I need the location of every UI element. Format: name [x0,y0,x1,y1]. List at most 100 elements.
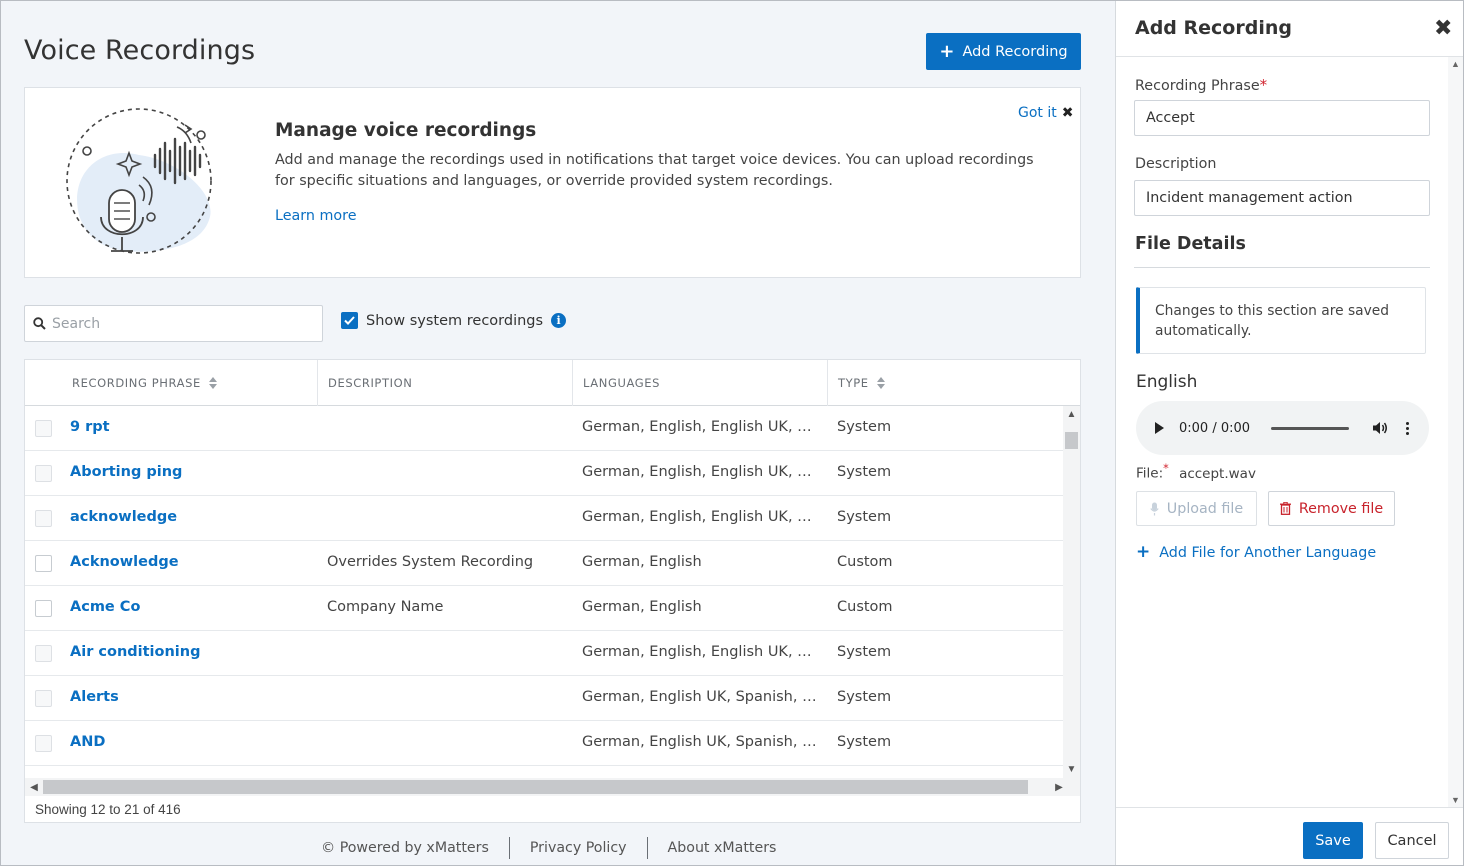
scroll-up-icon[interactable]: ▲ [1063,406,1080,423]
table-row[interactable]: Acme Co Company Name German, English Cus… [25,586,1063,631]
table-horizontal-scrollbar[interactable]: ◀ ▶ [25,778,1080,796]
upload-file-label: Upload file [1166,500,1244,517]
column-label: RECORDING PHRASE [72,376,201,390]
table-row[interactable]: acknowledge German, English, English UK,… [25,496,1063,541]
recording-phrase-link[interactable]: acknowledge [70,509,177,525]
type-cell: System [837,689,892,705]
recording-phrase-label: Recording Phrase* [1135,76,1267,94]
type-cell: System [837,419,892,435]
row-checkbox[interactable] [35,420,52,437]
row-checkbox[interactable] [35,645,52,662]
panel-scrollbar[interactable]: ▲ ▼ [1448,57,1463,807]
scroll-thumb[interactable] [43,780,1028,794]
cancel-button[interactable]: Cancel [1375,822,1449,859]
add-recording-panel: Add Recording ✖ ▲ ▼ Recording Phrase* Ac… [1115,1,1463,865]
type-cell: System [837,509,892,525]
description-input[interactable]: Incident management action [1134,180,1430,216]
required-asterisk: * [1259,76,1268,94]
add-recording-label: Add Recording [962,43,1068,60]
row-checkbox[interactable] [35,555,52,572]
recording-phrase-link[interactable]: Aborting ping [70,464,182,480]
checkbox-checked-icon[interactable] [341,312,358,329]
type-cell: System [837,734,892,750]
main-area: Voice Recordings + Add Recording Manage … [1,1,1115,865]
add-recording-button[interactable]: + Add Recording [926,33,1081,70]
audio-player: 0:00 / 0:00 [1136,401,1429,455]
save-button[interactable]: Save [1303,822,1363,859]
page-title: Voice Recordings [24,35,256,66]
table-row[interactable]: AND German, English UK, Spanish, F... Sy… [25,721,1063,766]
languages-cell: German, English, English UK, S... [582,509,817,525]
play-icon[interactable] [1155,422,1164,434]
add-file-another-language-link[interactable]: + Add File for Another Language [1136,544,1376,561]
table-row[interactable]: 9 rpt German, English, English UK, S... … [25,406,1063,451]
search-icon [33,317,46,330]
row-checkbox[interactable] [35,600,52,617]
got-it-button[interactable]: Got it ✖ [1018,105,1073,121]
banner-title: Manage voice recordings [275,120,537,141]
remove-file-label: Remove file [1298,500,1384,517]
recording-phrase-link[interactable]: Alerts [70,689,119,705]
table-row[interactable]: Air conditioning German, English, Englis… [25,631,1063,676]
got-it-label: Got it [1018,105,1057,121]
type-cell: Custom [837,599,893,615]
sort-icon [208,377,217,389]
banner-description: Add and manage the recordings used in no… [275,152,1034,189]
row-checkbox[interactable] [35,735,52,752]
type-cell: Custom [837,554,893,570]
column-header-type[interactable]: TYPE [827,360,1080,406]
file-details-heading: File Details [1135,234,1246,254]
plus-icon: + [939,40,955,62]
upload-file-button[interactable]: Upload file [1136,491,1257,526]
table-row[interactable]: Alerts German, English UK, Spanish, F...… [25,676,1063,721]
languages-cell: German, English [582,599,702,615]
table-row[interactable]: Acknowledge Overrides System Recording G… [25,541,1063,586]
remove-file-button[interactable]: Remove file [1268,491,1395,526]
scroll-left-icon[interactable]: ◀ [25,778,43,796]
privacy-policy-link[interactable]: Privacy Policy [510,840,647,856]
table-row[interactable] [25,766,1063,778]
type-cell: System [837,644,892,660]
row-checkbox[interactable] [35,465,52,482]
column-label: TYPE [838,376,869,390]
table-header: RECORDING PHRASE DESCRIPTION LANGUAGES T… [25,360,1080,406]
table-vertical-scrollbar[interactable]: ▲ ▼ [1063,406,1080,778]
trash-icon [1279,502,1291,515]
show-system-recordings-toggle[interactable]: Show system recordings i [341,312,567,329]
microphone-illustration-icon [66,108,212,254]
recording-phrase-link[interactable]: 9 rpt [70,419,110,435]
audio-progress-slider[interactable] [1271,426,1350,430]
language-heading: English [1136,372,1198,392]
close-icon[interactable]: ✖ [1434,17,1452,39]
recording-phrase-link[interactable]: AND [70,734,105,750]
table-row[interactable]: Aborting ping German, English, English U… [25,451,1063,496]
search-input[interactable] [52,315,302,332]
more-options-icon[interactable] [1406,421,1410,435]
learn-more-link[interactable]: Learn more [275,208,357,224]
autosave-note: Changes to this section are saved automa… [1136,287,1426,354]
column-header-recording-phrase[interactable]: RECORDING PHRASE [62,360,317,406]
info-icon[interactable]: i [551,313,567,328]
recording-phrase-link[interactable]: Acknowledge [70,554,179,570]
file-label: File: [1136,465,1164,482]
scroll-down-icon[interactable]: ▼ [1451,795,1460,805]
recordings-table: RECORDING PHRASE DESCRIPTION LANGUAGES T… [24,359,1081,823]
scroll-up-icon[interactable]: ▲ [1451,59,1460,69]
languages-cell: German, English, English UK, S... [582,644,817,660]
scroll-right-icon[interactable]: ▶ [1050,778,1068,796]
divider [1134,267,1430,268]
recording-phrase-link[interactable]: Air conditioning [70,644,200,660]
description-label: Description [1135,156,1217,172]
scroll-thumb[interactable] [1065,432,1078,449]
volume-icon[interactable] [1372,421,1388,435]
row-checkbox[interactable] [35,510,52,527]
scroll-down-icon[interactable]: ▼ [1063,761,1080,778]
required-asterisk: * [1163,462,1169,475]
row-checkbox[interactable] [35,690,52,707]
search-box[interactable] [24,305,323,342]
recording-phrase-input[interactable]: Accept [1134,100,1430,136]
close-icon: ✖ [1061,105,1074,121]
recording-phrase-link[interactable]: Acme Co [70,599,140,615]
about-link[interactable]: About xMatters [648,840,797,856]
plus-icon: + [1136,542,1151,562]
